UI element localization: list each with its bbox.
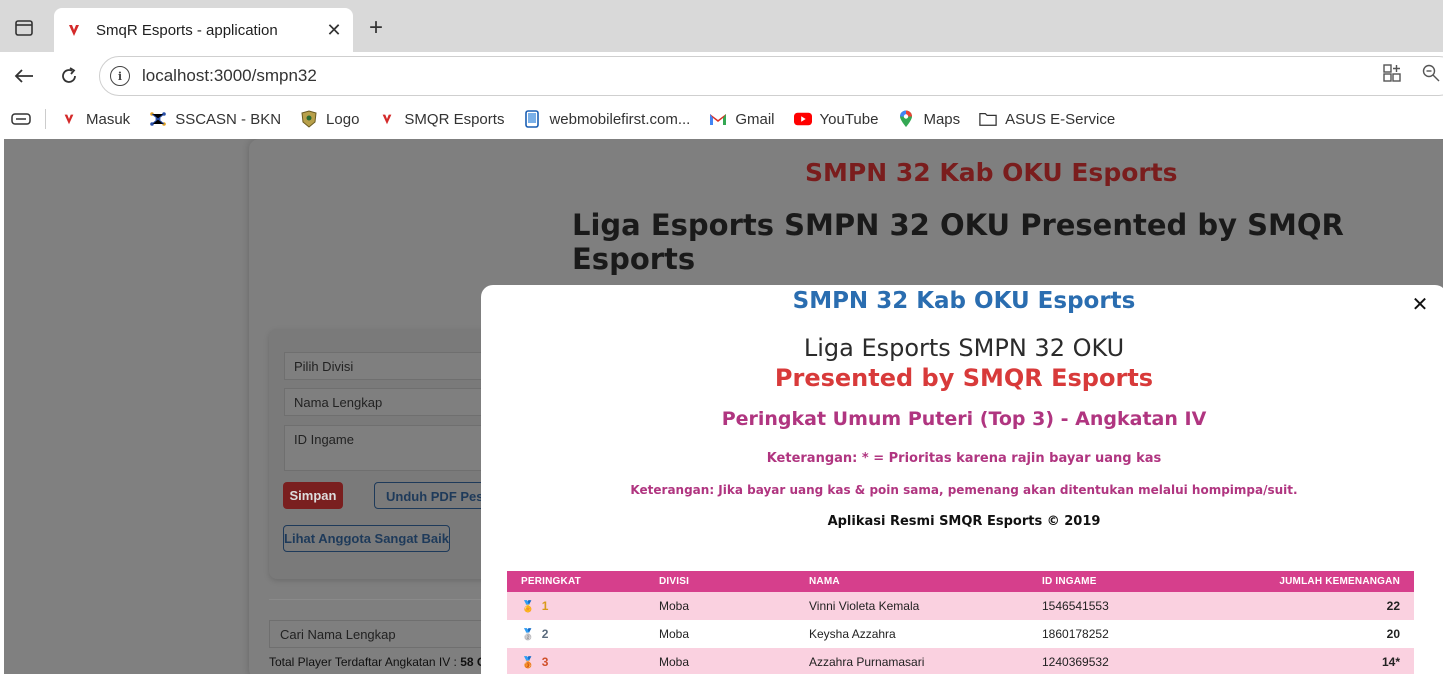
bookmark-maps[interactable]: Maps bbox=[897, 110, 960, 128]
divisi-cell: Moba bbox=[645, 620, 795, 648]
header-id-ingame: ID INGAME bbox=[1028, 571, 1208, 592]
url-text: localhost:3000/smpn32 bbox=[142, 66, 317, 85]
id-cell: 1546541553 bbox=[1028, 592, 1208, 620]
reload-icon[interactable] bbox=[53, 60, 85, 92]
smqr-icon bbox=[378, 110, 396, 128]
table-row: 🥉 3 Moba Azzahra Purnamasari 1240369532 1… bbox=[507, 648, 1414, 674]
bookmark-label: Masuk bbox=[86, 110, 131, 128]
maps-icon bbox=[897, 110, 915, 128]
wins-cell: 20 bbox=[1208, 620, 1414, 648]
browser-toolbar: i localhost:3000/smpn32 bbox=[0, 52, 1443, 100]
site-info-icon[interactable]: i bbox=[110, 66, 130, 86]
modal-presented-by: Presented by SMQR Esports bbox=[774, 364, 1154, 392]
id-cell: 1860178252 bbox=[1028, 620, 1208, 648]
rank-number: 2 bbox=[541, 627, 549, 641]
id-cell: 1240369532 bbox=[1028, 648, 1208, 674]
table-row: 🥈 2 Moba Keysha Azzahra 1860178252 20 bbox=[507, 620, 1414, 648]
bookmark-smqr-esports[interactable]: SMQR Esports bbox=[378, 110, 504, 128]
simpan-button[interactable]: Simpan bbox=[283, 482, 343, 509]
tab-close-icon[interactable]: ✕ bbox=[323, 19, 345, 41]
sidebar-toggle-icon[interactable] bbox=[8, 14, 40, 42]
table-row: 🏅 1 Moba Vinni Violeta Kemala 1546541553 … bbox=[507, 592, 1414, 620]
divisi-cell: Moba bbox=[645, 592, 795, 620]
bookmark-logo[interactable]: Logo bbox=[300, 110, 359, 128]
emblem-icon bbox=[300, 110, 318, 128]
bronze-medal-icon: 🥉 bbox=[521, 656, 535, 669]
tab-strip: SmqR Esports - application ✕ + bbox=[0, 0, 1443, 52]
modal-keterangan-2: Keterangan: Jika bayar uang kas & poin s… bbox=[630, 483, 1298, 497]
youtube-icon bbox=[793, 110, 812, 128]
rank-number: 1 bbox=[541, 599, 549, 613]
wins-cell: 14* bbox=[1208, 648, 1414, 674]
sscasn-icon bbox=[149, 110, 167, 128]
nama-cell: Azzahra Purnamasari bbox=[795, 648, 1028, 674]
gmail-icon bbox=[709, 110, 727, 128]
modal-liga-title: Liga Esports SMPN 32 OKU bbox=[803, 334, 1125, 362]
bookmark-sscasn[interactable]: SSCASN - BKN bbox=[149, 110, 281, 128]
address-bar[interactable]: i localhost:3000/smpn32 bbox=[99, 56, 1443, 96]
new-tab-icon[interactable]: + bbox=[362, 14, 390, 42]
wins-cell: 22 bbox=[1208, 592, 1414, 620]
bookmarks-bar: Masuk SSCASN - BKN Logo SMQR Esports web… bbox=[0, 100, 1443, 138]
bookmark-label: webmobilefirst.com... bbox=[549, 110, 691, 128]
background-liga-title: Liga Esports SMPN 32 OKU Presented by SM… bbox=[572, 208, 1344, 276]
search-nama-input[interactable]: Cari Nama Lengkap bbox=[269, 620, 509, 648]
total-player-text: Total Player Terdaftar Angkatan IV : 58 … bbox=[269, 655, 491, 669]
bookmark-asus[interactable]: ASUS E-Service bbox=[979, 110, 1115, 128]
bookmark-label: ASUS E-Service bbox=[1005, 110, 1116, 128]
ranking-modal: ✕ SMPN 32 Kab OKU Esports Liga Esports S… bbox=[481, 285, 1443, 674]
modal-app-credit: Aplikasi Resmi SMQR Esports © 2019 bbox=[827, 514, 1101, 529]
bookmark-label: Gmail bbox=[735, 110, 775, 128]
divisi-cell: Moba bbox=[645, 648, 795, 674]
gold-medal-icon: 🏅 bbox=[521, 600, 535, 613]
background-school-title: SMPN 32 Kab OKU Esports bbox=[805, 158, 1178, 187]
silver-medal-icon: 🥈 bbox=[521, 628, 535, 641]
header-jumlah-kemenangan: JUMLAH KEMENANGAN bbox=[1208, 571, 1414, 592]
header-divisi: DIVISI bbox=[645, 571, 795, 592]
bookmarks-separator bbox=[45, 109, 46, 129]
rank-cell: 🥈 2 bbox=[507, 620, 645, 648]
bookmark-masuk[interactable]: Masuk bbox=[60, 110, 130, 128]
bookmark-webmobilefirst[interactable]: webmobilefirst.com... bbox=[523, 110, 690, 128]
bookmark-label: SMQR Esports bbox=[404, 110, 505, 128]
ranking-table: PERINGKAT DIVISI NAMA ID INGAME JUMLAH K… bbox=[507, 571, 1414, 674]
folder-icon bbox=[979, 110, 997, 128]
bookmark-label: YouTube bbox=[819, 110, 879, 128]
page-viewport: SMPN 32 Kab OKU Esports Liga Esports SMP… bbox=[4, 139, 1443, 674]
bookmark-youtube[interactable]: YouTube bbox=[793, 110, 879, 128]
bookmark-gmail[interactable]: Gmail bbox=[709, 110, 775, 128]
app-install-icon[interactable] bbox=[1381, 62, 1403, 84]
zoom-icon[interactable] bbox=[1420, 62, 1442, 84]
rank-cell: 🏅 1 bbox=[507, 592, 645, 620]
smqr-icon bbox=[60, 110, 78, 128]
nama-cell: Keysha Azzahra bbox=[795, 620, 1028, 648]
phone-icon bbox=[523, 110, 541, 128]
bookmark-label: SSCASN - BKN bbox=[175, 110, 282, 128]
bookmark-label: Maps bbox=[923, 110, 961, 128]
header-nama: NAMA bbox=[795, 571, 1028, 592]
smqr-favicon-icon bbox=[66, 22, 82, 38]
table-header-row: PERINGKAT DIVISI NAMA ID INGAME JUMLAH K… bbox=[507, 571, 1414, 592]
tab-title: SmqR Esports - application bbox=[96, 21, 278, 39]
nama-cell: Vinni Violeta Kemala bbox=[795, 592, 1028, 620]
rank-number: 3 bbox=[541, 655, 549, 669]
modal-keterangan-1: Keterangan: * = Prioritas karena rajin b… bbox=[766, 451, 1162, 466]
back-arrow-icon[interactable] bbox=[8, 60, 40, 92]
header-peringkat: PERINGKAT bbox=[507, 571, 645, 592]
modal-ranking-title: Peringkat Umum Puteri (Top 3) - Angkatan… bbox=[721, 408, 1207, 430]
lihat-anggota-button[interactable]: Lihat Anggota Sangat Baik bbox=[283, 525, 450, 552]
tab-search-icon[interactable] bbox=[11, 110, 31, 128]
bookmark-label: Logo bbox=[326, 110, 360, 128]
rank-cell: 🥉 3 bbox=[507, 648, 645, 674]
modal-school-title: SMPN 32 Kab OKU Esports bbox=[792, 288, 1136, 314]
total-label: Total Player Terdaftar Angkatan IV : bbox=[269, 655, 461, 669]
active-tab[interactable]: SmqR Esports - application ✕ bbox=[54, 8, 353, 52]
